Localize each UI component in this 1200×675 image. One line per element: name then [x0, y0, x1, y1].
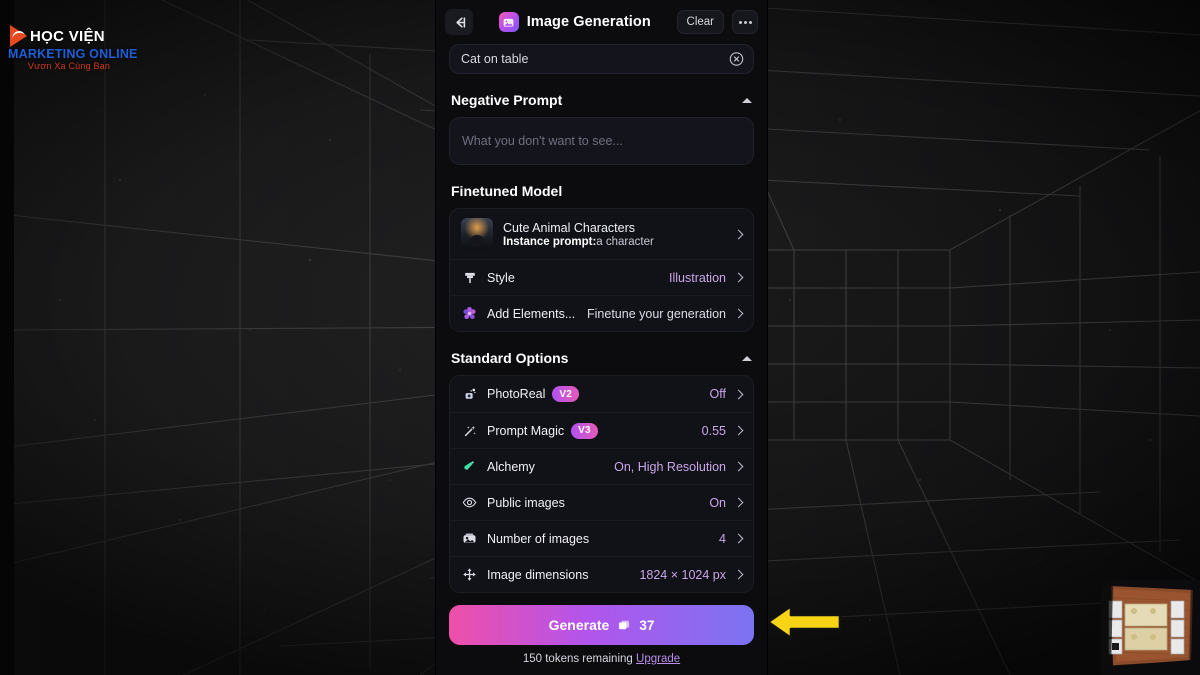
photoreal-row[interactable]: PhotoReal V2 Off	[450, 376, 753, 412]
photoreal-version-badge: V2	[552, 386, 580, 402]
image-stack-icon	[461, 530, 478, 547]
more-options-button[interactable]	[732, 10, 758, 34]
standard-options-title: Standard Options	[451, 350, 569, 366]
model-instance-prompt: Instance prompt:a character	[503, 236, 724, 248]
room-render-thumbnail-image	[1101, 580, 1200, 675]
finetuned-model-header: Finetuned Model	[451, 183, 752, 199]
public-images-label: Public images	[487, 495, 565, 510]
photoreal-icon	[461, 386, 478, 403]
style-label: Style	[487, 270, 515, 285]
chevron-right-icon	[733, 569, 744, 580]
image-dimensions-label: Image dimensions	[487, 567, 589, 582]
upgrade-link[interactable]: Upgrade	[636, 653, 680, 665]
add-elements-value: Finetune your generation	[587, 306, 726, 321]
eye-icon	[461, 494, 478, 511]
yellow-left-arrow	[766, 604, 842, 640]
instance-prompt-label: Instance prompt:	[503, 235, 597, 248]
model-text-group: Cute Animal Characters Instance prompt:a…	[503, 221, 724, 248]
prompt-value: Cat on table	[461, 52, 529, 66]
alchemy-label: Alchemy	[487, 459, 535, 474]
chevron-right-icon	[733, 425, 744, 436]
image-dimensions-row[interactable]: Image dimensions 1824 × 1024 px	[450, 556, 753, 592]
photoreal-label: PhotoReal	[487, 387, 546, 401]
public-images-row[interactable]: Public images On	[450, 484, 753, 520]
alchemy-flask-icon	[461, 458, 478, 475]
panel-title-group: Image Generation	[481, 12, 669, 32]
chevron-right-icon	[733, 533, 744, 544]
more-options-icon	[748, 20, 752, 24]
token-coin-icon	[619, 620, 630, 630]
logo-line2: MARKETING ONLINE	[8, 47, 138, 61]
move-arrows-icon	[461, 566, 478, 583]
watermark-logo: HỌC VIỆN MARKETING ONLINE Vươn Xa Cùng B…	[8, 24, 138, 72]
model-thumbnail	[461, 218, 493, 250]
chevron-right-icon	[733, 461, 744, 472]
panel-header: Image Generation Clear	[436, 0, 767, 44]
collapse-left-icon	[455, 16, 465, 28]
collapse-panel-button[interactable]	[445, 9, 473, 35]
panel-body: Cat on table Negative Prompt What you do…	[436, 44, 767, 599]
negative-prompt-input[interactable]: What you don't want to see...	[449, 117, 754, 165]
add-elements-icon	[461, 305, 478, 322]
standard-options-header[interactable]: Standard Options	[451, 350, 752, 366]
room-render-thumbnail[interactable]	[1101, 580, 1200, 675]
negative-prompt-placeholder: What you don't want to see...	[462, 134, 623, 148]
prompt-magic-icon	[461, 422, 478, 439]
style-row[interactable]: Style Illustration	[450, 259, 753, 295]
generate-label: Generate	[548, 617, 610, 633]
model-name: Cute Animal Characters	[503, 220, 636, 235]
logo-line1: HỌC VIỆN	[30, 27, 105, 45]
play-triangle-icon	[10, 25, 27, 47]
image-dimensions-value: 1824 × 1024 px	[639, 567, 726, 582]
finetuned-model-title: Finetuned Model	[451, 183, 563, 199]
chevron-right-icon	[733, 497, 744, 508]
clear-circle-icon[interactable]	[729, 52, 744, 67]
prompt-magic-value: 0.55	[701, 423, 726, 438]
alchemy-value: On, High Resolution	[614, 459, 726, 474]
photoreal-value: Off	[709, 387, 726, 401]
image-glyph-icon	[503, 18, 514, 27]
chevron-right-icon	[733, 272, 744, 283]
tokens-remaining-note: 150 tokens remaining Upgrade	[449, 653, 754, 665]
generate-button[interactable]: Generate 37	[449, 605, 754, 645]
chevron-right-icon	[733, 229, 744, 239]
generate-token-cost: 37	[639, 617, 655, 633]
screenshot-root: HỌC VIỆN MARKETING ONLINE Vươn Xa Cùng B…	[0, 0, 1200, 675]
finetuned-model-card: Cute Animal Characters Instance prompt:a…	[449, 208, 754, 332]
prompt-magic-label: Prompt Magic	[487, 423, 565, 438]
alchemy-row[interactable]: Alchemy On, High Resolution	[450, 448, 753, 484]
style-brush-icon	[461, 269, 478, 286]
add-elements-row[interactable]: Add Elements... Finetune your generation	[450, 295, 753, 331]
chevron-right-icon	[733, 308, 744, 319]
standard-options-card: PhotoReal V2 Off Prompt Magic V3 0.55 Al…	[449, 375, 754, 593]
panel-title: Image Generation	[526, 14, 651, 30]
logo-tagline: Vươn Xa Cùng Bạn	[27, 61, 111, 71]
caret-up-icon[interactable]	[742, 97, 752, 103]
panel-footer: Generate 37 150 tokens remaining Upgrade	[436, 599, 767, 675]
number-of-images-label: Number of images	[487, 531, 590, 546]
background-left-edge	[0, 0, 14, 675]
public-images-value: On	[709, 495, 726, 510]
caret-up-icon[interactable]	[742, 355, 752, 361]
style-value: Illustration	[669, 270, 726, 285]
clear-button[interactable]: Clear	[676, 10, 724, 34]
chevron-right-icon	[733, 389, 744, 399]
image-generation-icon	[498, 12, 519, 32]
negative-prompt-title: Negative Prompt	[451, 92, 563, 108]
prompt-input[interactable]: Cat on table	[449, 44, 754, 74]
instance-prompt-value: a character	[596, 235, 654, 248]
finetuned-model-row[interactable]: Cute Animal Characters Instance prompt:a…	[450, 209, 753, 259]
prompt-magic-row[interactable]: Prompt Magic V3 0.55	[450, 412, 753, 448]
negative-prompt-header[interactable]: Negative Prompt	[451, 92, 752, 108]
number-of-images-row[interactable]: Number of images 4	[450, 520, 753, 556]
image-generation-panel: Image Generation Clear Cat on table Nega…	[435, 0, 768, 675]
prompt-magic-version-badge: V3	[571, 422, 598, 439]
tokens-remaining-text: 150 tokens remaining	[522, 653, 633, 665]
more-options-icon	[743, 20, 747, 24]
add-elements-label: Add Elements...	[487, 306, 576, 321]
more-options-icon	[738, 20, 742, 24]
number-of-images-value: 4	[719, 531, 726, 546]
